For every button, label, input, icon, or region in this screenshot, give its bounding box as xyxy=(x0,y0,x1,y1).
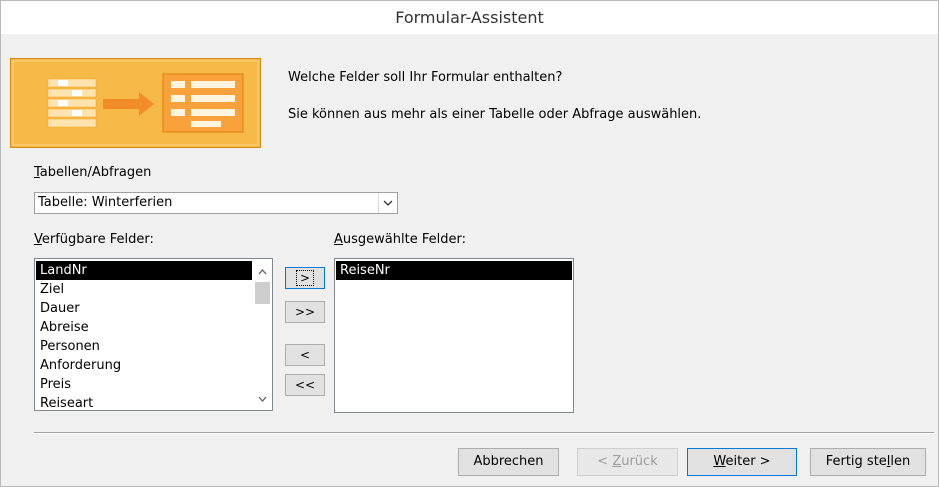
add-field-label: > xyxy=(295,270,315,286)
title-bar: Formular-Assistent xyxy=(1,1,938,34)
selected-label-accel: A xyxy=(334,232,343,247)
chevron-down-icon[interactable] xyxy=(253,390,271,408)
finish-prefix: Fertig ste xyxy=(825,454,887,469)
selected-fields-list[interactable]: ReiseNr xyxy=(334,258,574,413)
window-title: Formular-Assistent xyxy=(395,8,544,27)
cancel-button[interactable]: Abbrechen xyxy=(458,448,559,476)
scrollbar-thumb[interactable] xyxy=(255,282,270,304)
wizard-illustration xyxy=(10,58,261,148)
list-item[interactable]: Reiseart xyxy=(36,394,252,413)
next-accel: W xyxy=(713,454,726,469)
add-field-button[interactable]: > xyxy=(285,267,325,289)
tables-label-rest: abellen/Abfragen xyxy=(39,165,152,180)
finish-button[interactable]: Fertig stellen xyxy=(810,448,926,476)
available-label-rest: erfügbare Felder: xyxy=(41,232,154,247)
tables-combobox[interactable]: Tabelle: Winterferien xyxy=(34,192,398,214)
back-rest: urück xyxy=(621,454,658,469)
list-item[interactable]: LandNr xyxy=(36,261,252,280)
intro-question: Welche Felder soll Ihr Formular enthalte… xyxy=(288,70,563,85)
finish-rest: len xyxy=(890,454,911,469)
intro-hint: Sie können aus mehr als einer Tabelle od… xyxy=(288,107,702,122)
remove-all-fields-button[interactable]: << xyxy=(285,374,325,396)
available-fields-label: Verfügbare Felder: xyxy=(34,232,154,247)
selected-label-rest: usgewählte Felder: xyxy=(342,232,466,247)
add-all-label: >> xyxy=(294,305,316,319)
list-item[interactable]: Dauer xyxy=(36,299,252,318)
list-item[interactable]: Preis xyxy=(36,375,252,394)
remove-field-label: < xyxy=(299,348,311,362)
add-all-fields-button[interactable]: >> xyxy=(285,301,325,323)
chevron-up-icon[interactable] xyxy=(253,263,271,281)
available-fields-list[interactable]: LandNr Ziel Dauer Abreise Personen Anfor… xyxy=(34,258,273,411)
form-wizard-dialog: Formular-Assistent Welche Felder soll Ih… xyxy=(0,0,939,487)
list-item[interactable]: Abreise xyxy=(36,318,252,337)
chevron-down-icon[interactable] xyxy=(378,193,397,213)
tables-label: Tabellen/Abfragen xyxy=(34,165,151,180)
remove-field-button[interactable]: < xyxy=(285,344,325,366)
remove-all-label: << xyxy=(294,378,316,392)
back-prefix: < xyxy=(597,454,613,469)
next-button[interactable]: Weiter > xyxy=(687,448,797,476)
tables-combobox-value: Tabelle: Winterferien xyxy=(38,195,173,210)
back-button[interactable]: < Zurück xyxy=(577,448,678,476)
list-item[interactable]: Personen xyxy=(36,337,252,356)
available-label-accel: V xyxy=(34,232,42,247)
list-item[interactable]: Ziel xyxy=(36,280,252,299)
selected-fields-label: Ausgewählte Felder: xyxy=(334,232,466,247)
vertical-scrollbar[interactable] xyxy=(253,260,271,409)
back-accel: Z xyxy=(612,454,622,469)
list-item[interactable]: Anforderung xyxy=(36,356,252,375)
footer-divider xyxy=(34,432,934,434)
list-item[interactable]: ReiseNr xyxy=(336,261,572,280)
next-rest: eiter > xyxy=(725,454,771,469)
